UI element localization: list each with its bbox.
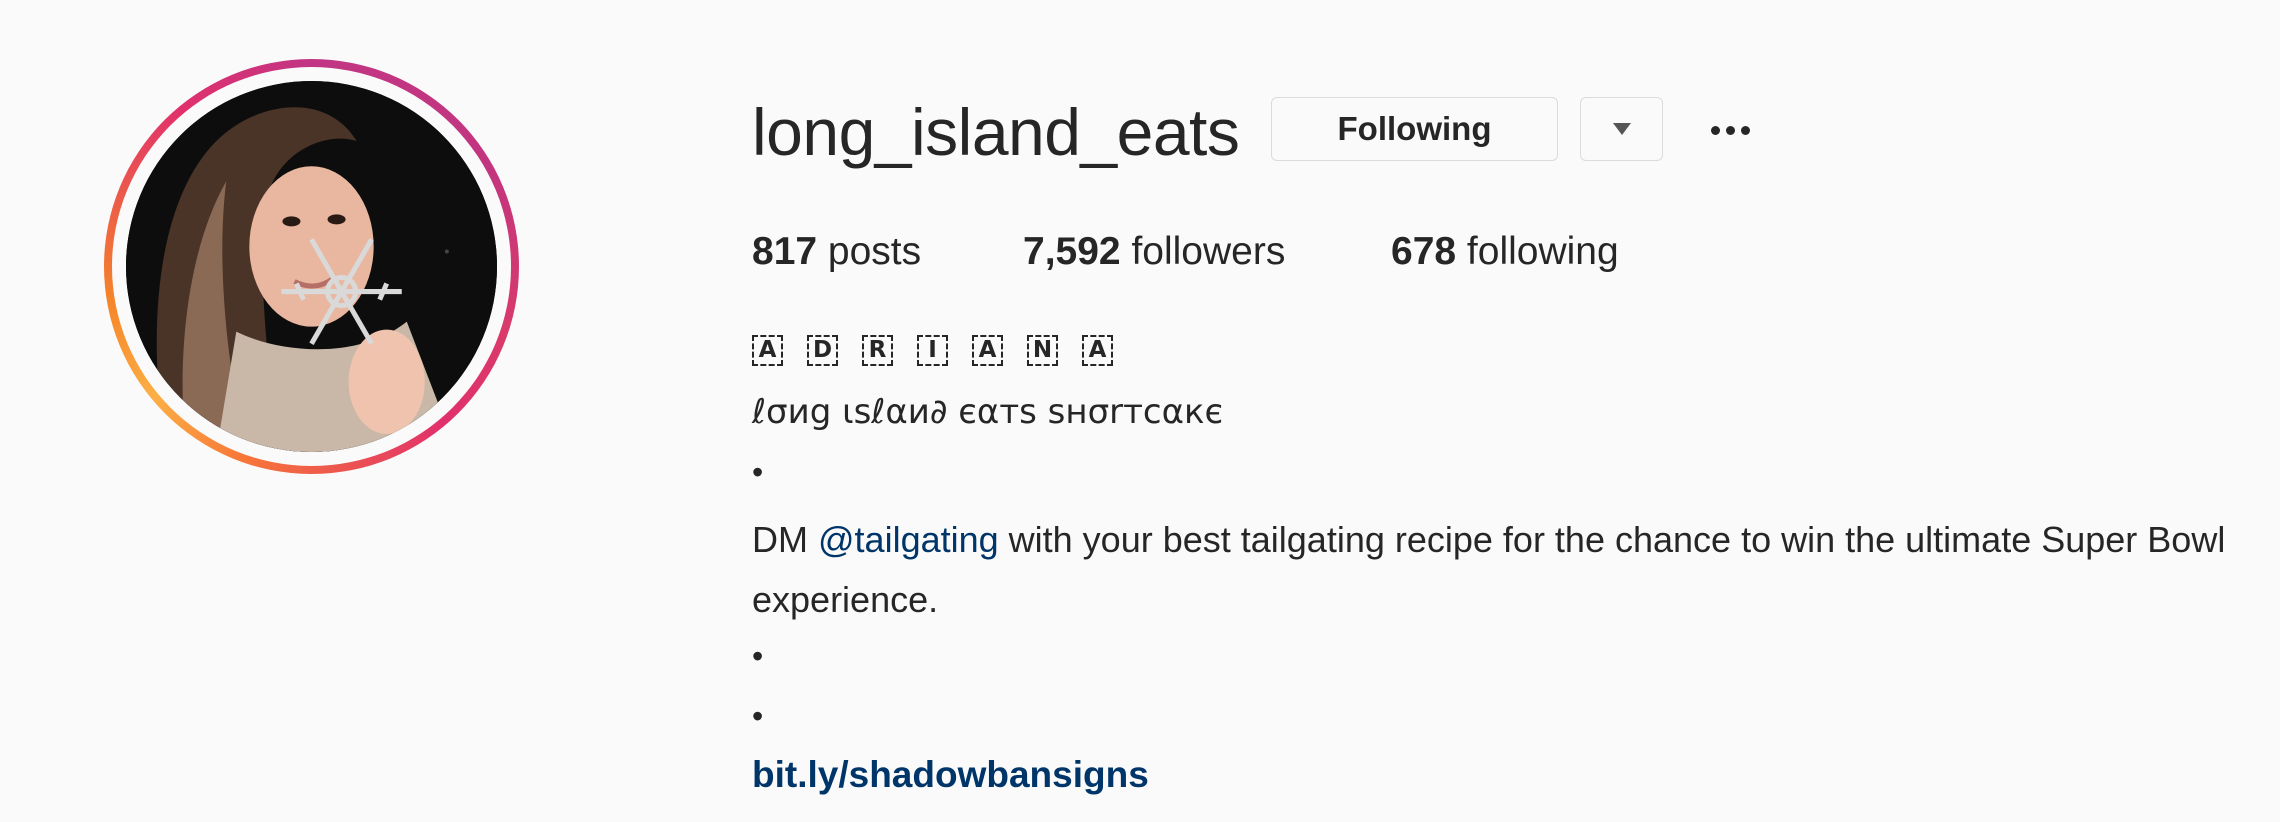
bio-external-link[interactable]: bit.ly/shadowbansigns xyxy=(752,753,1149,797)
mention-link[interactable]: @tailgating xyxy=(818,519,999,560)
full-name-letter: A xyxy=(1082,334,1113,366)
profile-avatar[interactable] xyxy=(126,81,497,452)
profile-username: long_island_eats xyxy=(752,95,1240,169)
posts-label: posts xyxy=(827,230,922,273)
full-name-letter: A xyxy=(972,334,1003,366)
more-options-button[interactable] xyxy=(1702,108,1758,152)
posts-count: 817 xyxy=(752,230,818,273)
followers-label: followers xyxy=(1131,230,1286,273)
ellipsis-icon xyxy=(1725,125,1735,135)
suggested-dropdown-button[interactable] xyxy=(1580,97,1663,161)
full-name-letter: A xyxy=(752,334,783,366)
ellipsis-icon xyxy=(1710,125,1720,135)
bio-bullet: • xyxy=(752,454,764,490)
promo-text-before: DM xyxy=(752,519,818,560)
followers-count: 7,592 xyxy=(1023,230,1121,273)
bio-tagline: ℓσиg ιѕℓαи∂ єαтѕ ѕнσrтcαкє xyxy=(752,392,1224,432)
avatar-photo-image xyxy=(126,81,497,452)
posts-stat: 817 posts xyxy=(752,226,921,278)
following-button[interactable]: Following xyxy=(1271,97,1558,161)
profile-bio: A D R I A N A ℓσиg ιѕℓαи∂ єαтѕ ѕнσrтcαкє… xyxy=(752,330,2262,795)
full-name-letter: D xyxy=(807,334,838,366)
full-name-letter: I xyxy=(917,334,948,366)
full-name-letter: N xyxy=(1027,334,1058,366)
profile-full-name: A D R I A N A xyxy=(752,330,2262,370)
following-stat[interactable]: 678 following xyxy=(1391,226,1619,278)
caret-down-icon xyxy=(1612,123,1631,135)
followers-stat[interactable]: 7,592 followers xyxy=(1023,226,1285,278)
bio-bullet: • xyxy=(752,638,764,674)
following-count: 678 xyxy=(1391,230,1457,273)
bio-bullet: • xyxy=(752,698,764,734)
following-label: following xyxy=(1466,230,1619,273)
full-name-letter: R xyxy=(862,334,893,366)
profile-avatar-ring[interactable] xyxy=(104,59,519,474)
ellipsis-icon xyxy=(1740,125,1750,135)
bio-promo-text: DM @tailgating with your best tailgating… xyxy=(752,510,2280,630)
